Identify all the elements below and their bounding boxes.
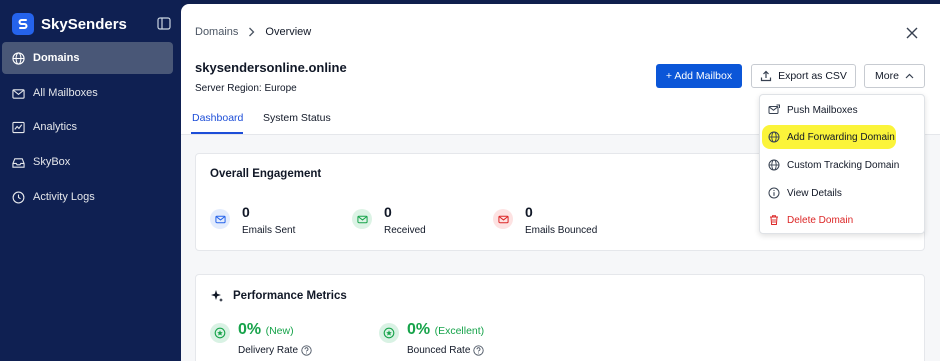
- globe-icon: [768, 131, 780, 143]
- breadcrumb-current: Overview: [265, 26, 312, 38]
- inbox-icon: [12, 157, 25, 168]
- help-icon[interactable]: [301, 345, 312, 356]
- menu-item-label: Custom Tracking Domain: [787, 159, 900, 171]
- menu-item-label: Delete Domain: [787, 214, 854, 226]
- more-button[interactable]: More: [864, 64, 925, 88]
- sidebar-item-domains[interactable]: Domains: [2, 42, 173, 74]
- menu-item-add-forwarding-domain[interactable]: Add Forwarding Domain: [760, 124, 926, 150]
- more-dropdown-menu-overlay: Add Forwarding Domain Custom Tracking Do…: [759, 94, 925, 234]
- export-csv-label: Export as CSV: [778, 70, 847, 82]
- mail-received-icon: [352, 209, 372, 229]
- globe-icon: [12, 51, 25, 65]
- sidebar-item-analytics[interactable]: Analytics: [2, 111, 173, 143]
- help-icon[interactable]: [473, 345, 485, 356]
- performance-card: Performance Metrics 0% (New) Delivery Ra…: [195, 274, 925, 361]
- engagement-title: Overall Engagement: [210, 168, 322, 180]
- skysenders-logo-icon: [12, 13, 34, 35]
- brand[interactable]: SkySenders: [12, 12, 127, 36]
- sidebar-item-label: Activity Logs: [33, 191, 95, 203]
- metric-label: Delivery Rate: [238, 345, 312, 356]
- metric-bounced-rate: 0% (Excellent) Bounced Rate: [379, 321, 549, 361]
- chevron-up-icon: [905, 73, 914, 79]
- sidebar-item-label: SkyBox: [33, 156, 71, 168]
- sidebar-collapse-icon[interactable]: [157, 17, 171, 30]
- info-icon: [768, 187, 780, 199]
- close-icon[interactable]: [906, 27, 918, 39]
- sparkles-icon: [211, 290, 223, 302]
- stat-emails-bounced: 0 Emails Bounced: [493, 204, 633, 240]
- active-tab-indicator: [191, 132, 243, 134]
- stat-label: Received: [384, 225, 426, 236]
- menu-item-delete-domain[interactable]: Delete Domain: [760, 207, 926, 233]
- trash-icon: [770, 215, 778, 225]
- tab-dashboard[interactable]: Dashboard: [192, 112, 243, 124]
- metric-delivery-rate: 0% (New) Delivery Rate: [210, 321, 360, 361]
- metric-tag: (New): [265, 325, 294, 337]
- stat-value: 0: [525, 204, 533, 220]
- sidebar: SkySenders Domains All Mailboxes Analyti…: [0, 0, 181, 361]
- stat-received: 0 Received: [352, 204, 472, 240]
- export-icon: [760, 70, 772, 82]
- menu-item-label: Add Forwarding Domain: [787, 131, 895, 143]
- sidebar-item-label: Domains: [33, 52, 80, 64]
- sidebar-item-all-mailboxes[interactable]: All Mailboxes: [2, 77, 173, 109]
- history-icon: [12, 191, 25, 203]
- globe-icon: [768, 159, 780, 171]
- performance-title: Performance Metrics: [233, 290, 347, 302]
- metric-label: Bounced Rate: [407, 345, 485, 356]
- success-badge-icon: [210, 323, 230, 343]
- metric-value: 0% (Excellent): [407, 321, 485, 338]
- export-csv-button[interactable]: Export as CSV: [751, 64, 856, 88]
- chevron-right-icon: [249, 27, 255, 37]
- success-badge-icon: [379, 323, 399, 343]
- stat-emails-sent: 0 Emails Sent: [210, 204, 330, 240]
- menu-item-label: View Details: [787, 187, 842, 199]
- tab-system-status[interactable]: System Status: [263, 112, 331, 124]
- domain-name: skysendersonline.online: [195, 60, 347, 75]
- menu-item-view-details[interactable]: View Details: [760, 180, 926, 206]
- sidebar-item-skybox[interactable]: SkyBox: [2, 146, 173, 178]
- stat-label: Emails Sent: [242, 225, 296, 236]
- sidebar-item-activity-logs[interactable]: Activity Logs: [2, 181, 173, 213]
- mail-bounced-icon: [493, 209, 513, 229]
- mail-icon: [12, 88, 25, 99]
- stat-label: Emails Bounced: [525, 225, 598, 236]
- add-mailbox-button[interactable]: + Add Mailbox: [656, 64, 742, 88]
- metric-value: 0% (New): [238, 321, 294, 338]
- menu-item-custom-tracking-domain[interactable]: Custom Tracking Domain: [760, 152, 926, 178]
- analytics-icon: [12, 121, 25, 133]
- stat-value: 0: [242, 204, 250, 220]
- metric-tag: (Excellent): [434, 325, 485, 337]
- sidebar-item-label: All Mailboxes: [33, 87, 98, 99]
- mail-icon: [210, 209, 230, 229]
- more-label: More: [875, 70, 899, 82]
- brand-name: SkySenders: [41, 15, 127, 33]
- sidebar-item-label: Analytics: [33, 121, 78, 133]
- stat-value: 0: [384, 204, 392, 220]
- breadcrumb: Domains Overview: [195, 26, 311, 38]
- breadcrumb-domains-link[interactable]: Domains: [195, 26, 238, 38]
- server-region: Server Region: Europe: [195, 83, 297, 94]
